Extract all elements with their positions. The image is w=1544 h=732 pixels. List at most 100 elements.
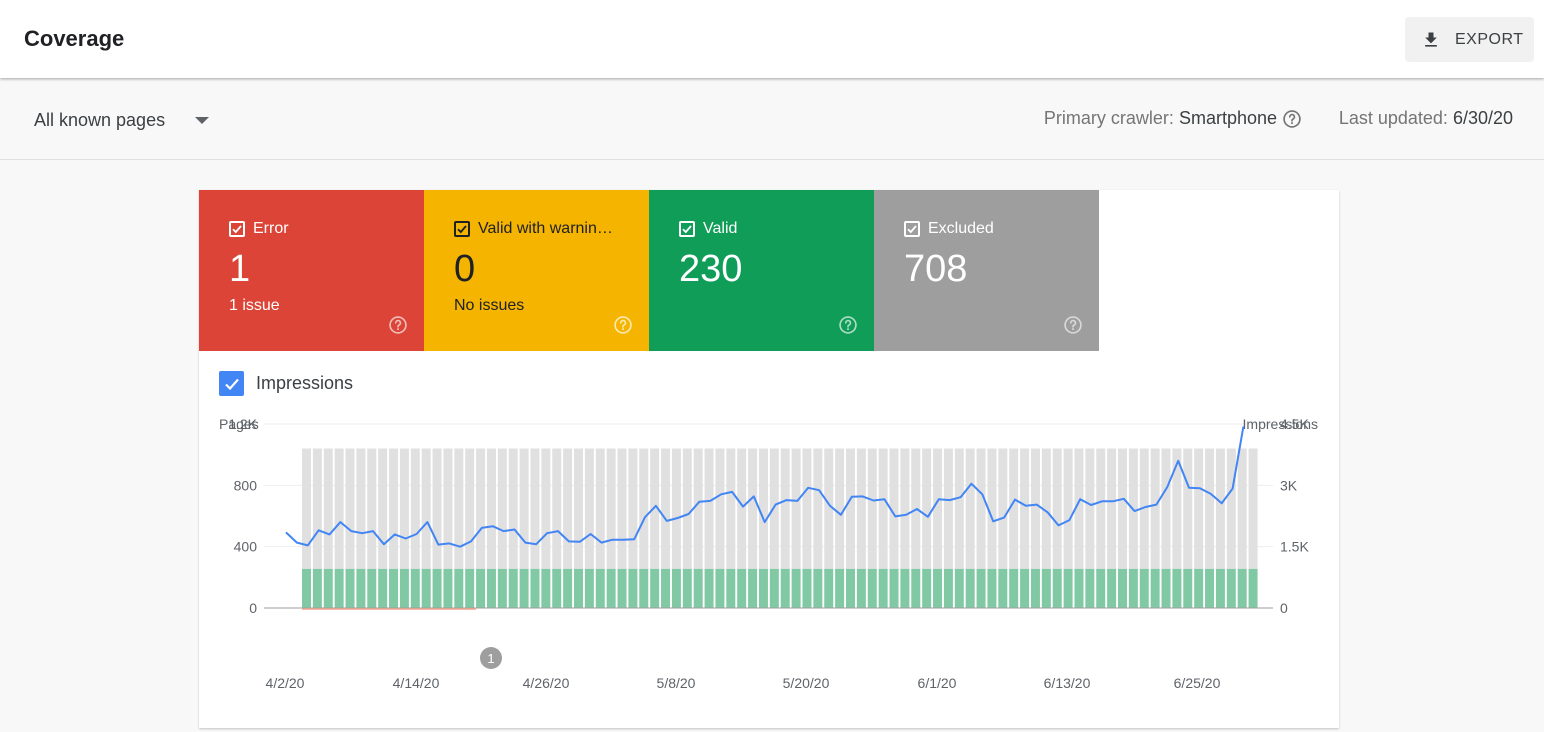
bar-excluded xyxy=(356,448,366,569)
coverage-chart: Pages Impressions1.2K80040004.5K3K1.5K014… xyxy=(219,416,1318,691)
bar-valid xyxy=(465,568,475,608)
impressions-label: Impressions xyxy=(256,373,354,393)
bar-valid xyxy=(922,568,932,608)
bar-excluded xyxy=(758,448,768,569)
excluded-tile-label: Excluded xyxy=(928,220,994,237)
bar-valid xyxy=(650,568,660,608)
checkbox-checked-icon[interactable] xyxy=(219,371,244,396)
y-tick-label-left: 0 xyxy=(249,600,257,616)
bar-valid xyxy=(1194,568,1204,608)
export-button[interactable]: EXPORT xyxy=(1405,17,1534,62)
bar-valid xyxy=(323,568,333,608)
y-tick-label-right: 3K xyxy=(1280,477,1298,493)
bar-excluded xyxy=(323,448,333,569)
bar-valid xyxy=(1226,568,1236,608)
bar-valid xyxy=(1096,568,1106,608)
bar-valid xyxy=(530,568,540,608)
error-tile[interactable]: Error 1 1 issue xyxy=(199,190,424,351)
bar-valid xyxy=(693,568,703,608)
pages-filter-dropdown[interactable]: All known pages xyxy=(34,110,210,131)
bar-valid xyxy=(639,568,649,608)
bar-excluded xyxy=(519,448,529,569)
bar-excluded xyxy=(454,448,464,569)
excluded-count: 708 xyxy=(904,248,968,290)
bar-valid xyxy=(595,568,605,608)
bar-valid xyxy=(965,568,975,608)
valid-tile[interactable]: Valid 230 xyxy=(649,190,874,351)
bar-valid xyxy=(410,568,420,608)
bar-excluded xyxy=(486,448,496,569)
help-icon[interactable] xyxy=(388,315,408,335)
help-icon[interactable] xyxy=(613,315,633,335)
bar-excluded xyxy=(1248,448,1258,569)
bar-excluded xyxy=(465,448,475,569)
bar-excluded xyxy=(1107,448,1117,569)
bar-excluded xyxy=(552,448,562,569)
excluded-tile[interactable]: Excluded 708 xyxy=(874,190,1099,351)
impressions-checkbox[interactable]: Impressions xyxy=(219,371,353,396)
bar-excluded xyxy=(1052,448,1062,569)
bar-valid xyxy=(1237,568,1247,608)
bar-excluded xyxy=(639,448,649,569)
bar-valid xyxy=(1172,568,1182,608)
bar-excluded xyxy=(726,448,736,569)
y-tick-label-left: 800 xyxy=(234,477,258,493)
bar-excluded xyxy=(856,448,866,569)
bar-valid xyxy=(791,568,801,608)
checkbox-checked-icon[interactable] xyxy=(904,221,920,237)
bar-valid xyxy=(715,568,725,608)
bar-excluded xyxy=(1194,448,1204,569)
bar-valid xyxy=(584,568,594,608)
help-icon[interactable] xyxy=(1282,109,1302,129)
bar-valid xyxy=(900,568,910,608)
bar-valid xyxy=(574,568,583,608)
bar-valid xyxy=(519,568,529,608)
y-tick-label-left: 400 xyxy=(234,539,258,555)
crawler-value: Smartphone xyxy=(1178,108,1277,128)
valid-with-warnings-tile[interactable]: Valid with warnin… 0 No issues xyxy=(424,190,649,351)
bar-excluded xyxy=(933,448,943,569)
bar-excluded xyxy=(1161,448,1171,569)
last-updated-info: Last updated: 6/30/20 xyxy=(1339,108,1513,129)
bar-valid xyxy=(454,568,464,608)
bar-excluded xyxy=(715,448,725,569)
bar-valid xyxy=(552,568,562,608)
bar-excluded xyxy=(835,448,845,569)
checkbox-checked-icon[interactable] xyxy=(679,221,695,237)
help-icon[interactable] xyxy=(1063,315,1083,335)
bar-valid xyxy=(824,568,834,608)
checkbox-checked-icon[interactable] xyxy=(454,221,470,237)
bar-valid xyxy=(508,568,518,608)
bar-valid xyxy=(802,568,812,608)
bar-valid xyxy=(1107,568,1117,608)
checkbox-checked-icon[interactable] xyxy=(229,221,245,237)
bar-excluded xyxy=(846,448,855,569)
bar-excluded xyxy=(1085,448,1095,569)
x-tick-label: 6/1/20 xyxy=(918,675,957,691)
x-tick-label: 5/20/20 xyxy=(783,675,830,691)
bar-valid xyxy=(998,568,1008,608)
bar-excluded xyxy=(410,448,420,569)
bar-valid xyxy=(389,568,399,608)
bar-valid xyxy=(1205,568,1215,608)
primary-crawler-info: Primary crawler: Smartphone xyxy=(1044,108,1302,129)
valid-count: 230 xyxy=(679,248,743,290)
bar-excluded xyxy=(584,448,594,569)
bar-excluded xyxy=(312,448,322,569)
bar-excluded xyxy=(1215,448,1225,569)
help-icon[interactable] xyxy=(838,315,858,335)
error-count: 1 xyxy=(229,248,251,290)
y-tick-label-right: 0 xyxy=(1280,600,1288,616)
bar-valid xyxy=(737,568,747,608)
crawler-label: Primary crawler: xyxy=(1043,108,1174,128)
valid-tile-label: Valid xyxy=(703,220,738,237)
bar-valid xyxy=(835,568,845,608)
bar-excluded xyxy=(802,448,812,569)
bar-valid xyxy=(1009,568,1019,608)
bar-excluded xyxy=(998,448,1008,569)
bar-excluded xyxy=(1150,448,1160,569)
bar-valid xyxy=(1020,568,1030,608)
x-tick-label: 6/25/20 xyxy=(1174,675,1221,691)
bar-valid xyxy=(421,568,431,608)
bar-excluded xyxy=(497,448,507,569)
